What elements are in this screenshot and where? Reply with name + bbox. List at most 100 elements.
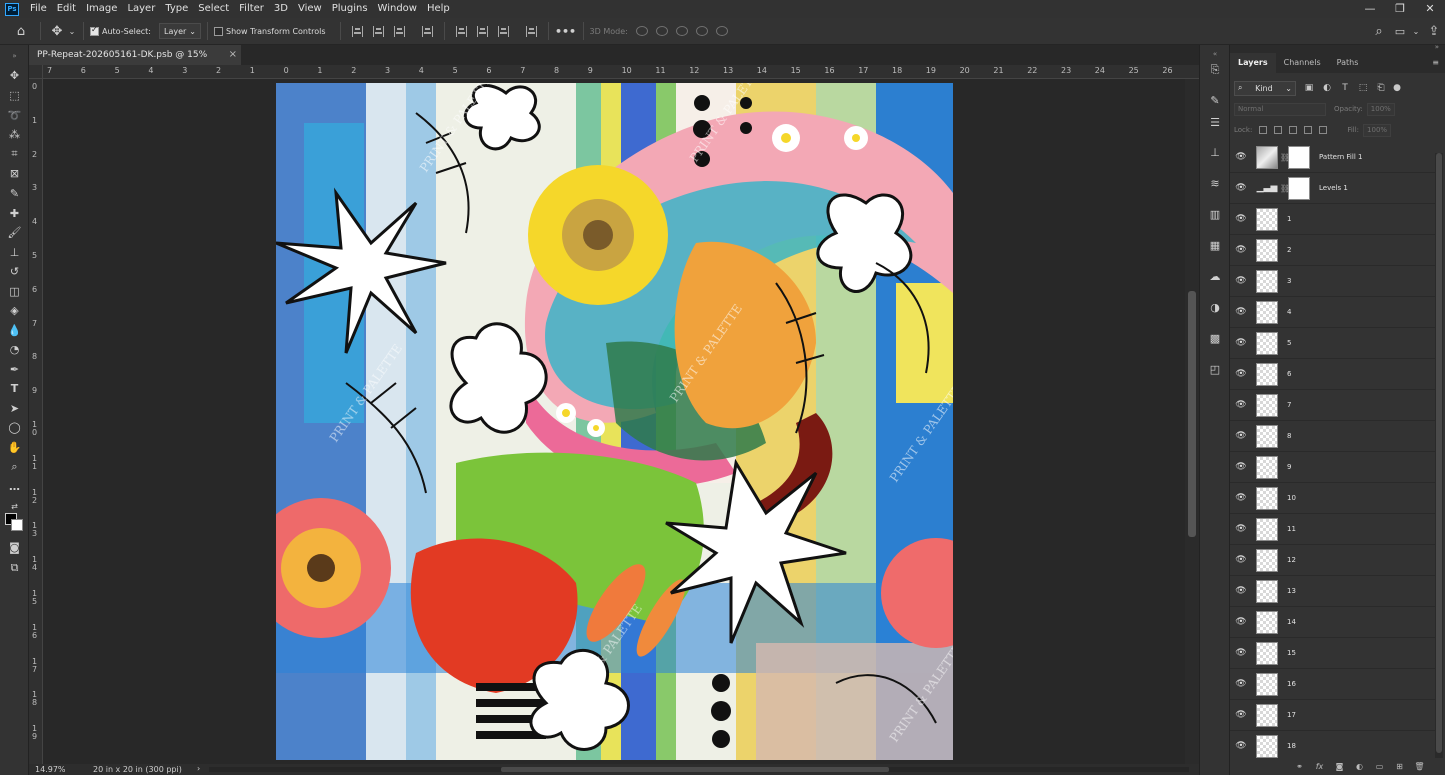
visibility-eye-icon[interactable]: 👁 xyxy=(1230,648,1252,658)
filter-pixel-icon[interactable]: ▣ xyxy=(1304,83,1314,93)
horizontal-ruler[interactable]: 7 6 5 4 3 2 1 0 1 2 3 4 5 6 7 8 9 10 11 12 13 14 15 16 17 18 19 20 2… xyxy=(43,65,1199,79)
menu-window[interactable]: Window xyxy=(373,0,422,18)
adjustments-icon[interactable]: ≋ xyxy=(1207,176,1223,190)
layer-row[interactable]: 👁 14 xyxy=(1230,607,1435,638)
visibility-eye-icon[interactable]: 👁 xyxy=(1230,679,1252,689)
visibility-eye-icon[interactable]: 👁 xyxy=(1230,245,1252,255)
zoom-level[interactable]: 14.97% xyxy=(35,765,66,774)
clone-stamp-icon[interactable]: ⊥ xyxy=(5,244,24,261)
visibility-eye-icon[interactable]: 👁 xyxy=(1230,431,1252,441)
collapse-arrows-icon[interactable]: « xyxy=(1207,47,1223,61)
lock-image-icon[interactable] xyxy=(1274,126,1283,134)
layer-row[interactable]: 👁 5 xyxy=(1230,328,1435,359)
visibility-eye-icon[interactable]: 👁 xyxy=(1230,276,1252,286)
lasso-tool-icon[interactable]: ➰ xyxy=(5,107,24,124)
vertical-ruler[interactable]: 0 1 2 3 4 5 6 7 8 9 1 0 1 1 1 2 1 3 1 4 1 5 1 6 1 7 1 8 1 9 xyxy=(29,79,43,764)
color-icon[interactable]: ◑ xyxy=(1207,300,1223,314)
layer-mask-thumbnail[interactable] xyxy=(1288,145,1310,169)
eyedropper-icon[interactable]: ✎ xyxy=(5,185,24,202)
scrollbar-thumb[interactable] xyxy=(1188,291,1196,537)
link-layers-icon[interactable]: ⚭ xyxy=(1294,762,1305,772)
restore-button[interactable]: ❐ xyxy=(1385,0,1415,18)
chevron-down-icon[interactable]: ⌄ xyxy=(1409,27,1423,36)
scrollbar-thumb[interactable] xyxy=(1436,153,1442,753)
opacity-input[interactable]: 100% xyxy=(1366,102,1395,116)
move-tool-icon[interactable]: ✥ xyxy=(5,67,24,84)
layer-row[interactable]: 👁 ⛓ Pattern Fill 1 xyxy=(1230,142,1435,173)
lock-all-icon[interactable] xyxy=(1319,126,1328,134)
pan-3d-icon[interactable] xyxy=(675,26,688,36)
marquee-tool-icon[interactable]: ⬚ xyxy=(5,87,24,104)
visibility-eye-icon[interactable]: 👁 xyxy=(1230,183,1252,193)
roll-3d-icon[interactable] xyxy=(655,26,668,36)
layer-row[interactable]: 👁 ▁▃▅ ⛓ Levels 1 xyxy=(1230,173,1435,204)
close-button[interactable]: ✕ xyxy=(1415,0,1445,18)
auto-select-checkbox[interactable] xyxy=(90,25,99,36)
menu-layer[interactable]: Layer xyxy=(122,0,160,18)
visibility-eye-icon[interactable]: 👁 xyxy=(1230,400,1252,410)
visibility-eye-icon[interactable]: 👁 xyxy=(1230,617,1252,627)
quick-mask-icon[interactable]: ◙ xyxy=(5,539,24,556)
layer-row[interactable]: 👁 9 xyxy=(1230,452,1435,483)
orbit-3d-icon[interactable] xyxy=(635,26,648,36)
paint-bucket-icon[interactable]: ◈ xyxy=(5,302,24,319)
filter-adjustment-icon[interactable]: ◐ xyxy=(1322,83,1332,93)
scrollbar-thumb[interactable] xyxy=(501,767,889,772)
share-icon[interactable]: ⇪ xyxy=(1423,24,1445,39)
visibility-eye-icon[interactable]: 👁 xyxy=(1230,741,1252,751)
ruler-origin[interactable] xyxy=(29,65,43,79)
align-top-icon[interactable] xyxy=(455,25,467,37)
type-tool-icon[interactable]: T xyxy=(5,380,24,397)
distribute-vertical-icon[interactable] xyxy=(525,25,537,37)
tab-paths[interactable]: Paths xyxy=(1329,53,1367,73)
visibility-eye-icon[interactable]: 👁 xyxy=(1230,307,1252,317)
menu-help[interactable]: Help xyxy=(422,0,455,18)
visibility-eye-icon[interactable]: 👁 xyxy=(1230,586,1252,596)
visibility-eye-icon[interactable]: 👁 xyxy=(1230,710,1252,720)
collapse-arrows-icon[interactable]: » xyxy=(5,47,24,64)
menu-edit[interactable]: Edit xyxy=(52,0,81,18)
filter-kind-select[interactable]: ⌕ Kind ⌄ xyxy=(1234,80,1296,96)
layer-row[interactable]: 👁 4 xyxy=(1230,297,1435,328)
canvas-area[interactable]: PRINT & PALETTE PRINT & PALETTE PRINT & … xyxy=(43,79,1185,764)
visibility-eye-icon[interactable]: 👁 xyxy=(1230,338,1252,348)
layers-scrollbar[interactable] xyxy=(1435,153,1443,763)
minimize-button[interactable]: — xyxy=(1355,0,1385,18)
new-adjustment-icon[interactable]: ◐ xyxy=(1354,762,1365,772)
fill-input[interactable]: 100% xyxy=(1363,123,1392,137)
brush-settings-icon[interactable]: ✎ xyxy=(1207,93,1223,107)
visibility-eye-icon[interactable]: 👁 xyxy=(1230,462,1252,472)
mask-link-icon[interactable]: ⛓ xyxy=(1280,153,1290,162)
pen-tool-icon[interactable]: ✒ xyxy=(5,361,24,378)
menu-file[interactable]: File xyxy=(25,0,52,18)
patterns-icon[interactable]: ▩ xyxy=(1207,331,1223,345)
panel-menu-icon[interactable]: ≡ xyxy=(1426,53,1445,73)
slide-3d-icon[interactable] xyxy=(695,26,708,36)
eraser-tool-icon[interactable]: ◫ xyxy=(5,283,24,300)
layer-row[interactable]: 👁 10 xyxy=(1230,483,1435,514)
align-middle-icon[interactable] xyxy=(476,25,488,37)
blend-mode-select[interactable]: Normal xyxy=(1234,102,1326,116)
brush-tool-icon[interactable]: 🖌 xyxy=(5,224,24,241)
visibility-eye-icon[interactable]: 👁 xyxy=(1230,524,1252,534)
chevron-down-icon[interactable]: ⌄ xyxy=(67,27,77,36)
screen-mode-icon[interactable]: ⧉ xyxy=(5,559,24,576)
collapse-arrows-icon[interactable]: » xyxy=(1435,43,1439,51)
visibility-eye-icon[interactable]: 👁 xyxy=(1230,214,1252,224)
menu-type[interactable]: Type xyxy=(160,0,193,18)
gradients-icon[interactable]: ▥ xyxy=(1207,207,1223,221)
layer-row[interactable]: 👁 3 xyxy=(1230,266,1435,297)
layer-row[interactable]: 👁 6 xyxy=(1230,359,1435,390)
layer-row[interactable]: 👁 13 xyxy=(1230,576,1435,607)
swatches-icon[interactable]: ▦ xyxy=(1207,238,1223,252)
menu-3d[interactable]: 3D xyxy=(269,0,293,18)
search-icon[interactable]: ⌕ xyxy=(1367,24,1391,39)
show-transform-checkbox[interactable] xyxy=(213,26,223,36)
history-brush-icon[interactable]: ↺ xyxy=(5,263,24,280)
distribute-icon[interactable] xyxy=(421,25,433,37)
workspace-icon[interactable]: ▭ xyxy=(1391,25,1409,38)
vertical-scrollbar[interactable] xyxy=(1185,79,1199,764)
pattern-artwork[interactable]: PRINT & PALETTE PRINT & PALETTE PRINT & … xyxy=(276,83,953,760)
layer-row[interactable]: 👁 1 xyxy=(1230,204,1435,235)
layer-style-icon[interactable]: fx xyxy=(1314,762,1325,772)
